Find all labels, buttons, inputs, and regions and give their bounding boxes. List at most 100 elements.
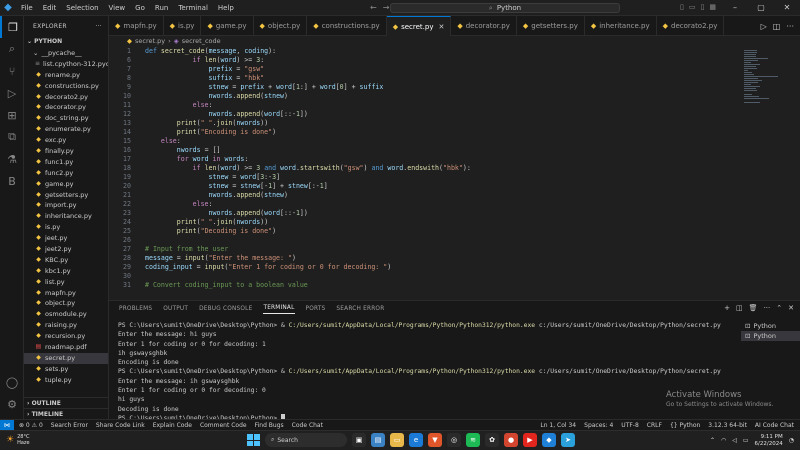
source-control-icon[interactable]: ⑂ bbox=[0, 60, 24, 82]
new-terminal-icon[interactable]: + bbox=[724, 304, 730, 312]
tab-mapfn[interactable]: ◆ mapfn.py bbox=[109, 16, 164, 36]
remote-indicator-icon[interactable]: ⋈ bbox=[0, 419, 14, 431]
file-item[interactable]: ◆ import.py bbox=[24, 200, 108, 211]
file-item[interactable]: ◆ game.py bbox=[24, 179, 108, 190]
status-item[interactable]: AI Code Chat bbox=[755, 422, 794, 429]
file-item[interactable]: ◆ decorator.py bbox=[24, 102, 108, 113]
app-with-badge-icon[interactable]: ● bbox=[504, 433, 518, 447]
status-item[interactable]: {} Python bbox=[670, 422, 700, 429]
tab-getsetters[interactable]: ◆ getsetters.py bbox=[517, 16, 585, 36]
maximize-panel-icon[interactable]: ⌃ bbox=[776, 304, 782, 312]
testing-icon[interactable]: ⚗ bbox=[0, 148, 24, 170]
more-panel-actions-icon[interactable]: ··· bbox=[764, 304, 771, 312]
start-windows-icon[interactable] bbox=[246, 433, 260, 447]
outline-section[interactable]: › OUTLINE bbox=[24, 397, 108, 408]
close-tab-icon[interactable]: ✕ bbox=[438, 23, 444, 31]
tab-game[interactable]: ◆ game.py bbox=[201, 16, 254, 36]
panel-tab-search-error[interactable]: SEARCH ERROR bbox=[336, 306, 384, 312]
edge-browser-icon[interactable]: e bbox=[409, 433, 423, 447]
file-item[interactable]: ◆ recursion.py bbox=[24, 331, 108, 342]
panel-tab-problems[interactable]: PROBLEMS bbox=[119, 306, 152, 312]
file-item[interactable]: ◆ tuple.py bbox=[24, 375, 108, 386]
panel-tab-output[interactable]: OUTPUT bbox=[163, 306, 188, 312]
status-item[interactable]: Search Error bbox=[51, 422, 88, 429]
chatgpt-icon[interactable]: ✿ bbox=[485, 433, 499, 447]
menu-run[interactable]: Run bbox=[150, 0, 173, 16]
file-item[interactable]: ▤ roadmap.pdf bbox=[24, 342, 108, 353]
terminal-instance-2[interactable]: ⊡ Python bbox=[741, 331, 800, 341]
settings-gear-icon[interactable]: ⚙ bbox=[0, 393, 24, 415]
file-item[interactable]: ◆ doc_string.py bbox=[24, 113, 108, 124]
brave-browser-icon[interactable]: ▼ bbox=[428, 433, 442, 447]
run-debug-icon[interactable]: ▷ bbox=[0, 82, 24, 104]
more-actions-icon[interactable]: ··· bbox=[95, 23, 102, 30]
file-item[interactable]: ◆ mapfn.py bbox=[24, 288, 108, 299]
panel-tab-ports[interactable]: PORTS bbox=[306, 306, 326, 312]
tab-inheritance[interactable]: ◆ inheritance.py bbox=[585, 16, 657, 36]
menu-terminal[interactable]: Terminal bbox=[173, 0, 213, 16]
breadcrumb-symbol[interactable]: secret_code bbox=[182, 37, 221, 45]
menu-selection[interactable]: Selection bbox=[61, 0, 103, 16]
taskbar-search[interactable]: ⌕ Search bbox=[265, 433, 347, 447]
file-item[interactable]: ◆ exc.py bbox=[24, 135, 108, 146]
tab-constructions[interactable]: ◆ constructions.py bbox=[307, 16, 387, 36]
menu-edit[interactable]: Edit bbox=[38, 0, 62, 16]
forward-arrow-icon[interactable]: → bbox=[383, 3, 390, 12]
status-item[interactable]: Find Bugs bbox=[255, 422, 284, 429]
file-item[interactable]: ◆ raising.py bbox=[24, 320, 108, 331]
editor-scrollbar[interactable] bbox=[790, 46, 800, 300]
file-item[interactable]: ◆ func2.py bbox=[24, 168, 108, 179]
spotify-icon[interactable]: ≋ bbox=[466, 433, 480, 447]
account-icon[interactable]: ◯ bbox=[0, 371, 24, 393]
menu-go[interactable]: Go bbox=[130, 0, 150, 16]
status-item[interactable]: 3.12.3 64-bit bbox=[708, 422, 747, 429]
tab-is[interactable]: ◆ is.py bbox=[164, 16, 202, 36]
status-item[interactable]: CRLF bbox=[647, 422, 662, 429]
tab-secret[interactable]: ◆ secret.py ✕ bbox=[386, 16, 452, 36]
status-item[interactable]: Explain Code bbox=[153, 422, 192, 429]
file-item[interactable]: ◆ constructions.py bbox=[24, 81, 108, 92]
tab-decorator[interactable]: ◆ decorator.py bbox=[451, 16, 517, 36]
folder-pycache[interactable]: ⌄ __pycache__ bbox=[24, 48, 108, 59]
minimize-icon[interactable]: – bbox=[722, 0, 748, 16]
status-item[interactable]: Spaces: 4 bbox=[584, 422, 613, 429]
status-item[interactable]: Comment Code bbox=[200, 422, 247, 429]
toggle-secondary-sidebar-icon[interactable]: ▯ bbox=[701, 3, 705, 11]
file-item[interactable]: ◆ sets.py bbox=[24, 364, 108, 375]
file-item[interactable]: ◆ decorato2.py bbox=[24, 92, 108, 103]
status-item[interactable]: Share Code Link bbox=[96, 422, 145, 429]
explorer-icon[interactable]: ❐ bbox=[0, 16, 24, 38]
minimap[interactable] bbox=[740, 46, 790, 300]
breadcrumb-file[interactable]: secret.py bbox=[135, 37, 165, 45]
code-editor[interactable]: 1 def secret_code(message, coding): 6 if l… bbox=[109, 46, 740, 300]
volume-icon[interactable]: ◁ bbox=[732, 437, 737, 444]
file-item[interactable]: ◆ func1.py bbox=[24, 157, 108, 168]
weather-widget[interactable]: ☀ 28°C Haze bbox=[6, 434, 30, 446]
toggle-panel-icon[interactable]: ▭ bbox=[689, 3, 696, 11]
back-arrow-icon[interactable]: ← bbox=[370, 3, 377, 12]
file-item[interactable]: ◆ inheritance.py bbox=[24, 211, 108, 222]
file-item[interactable]: ◆ list.py bbox=[24, 277, 108, 288]
status-item[interactable]: Ln 1, Col 34 bbox=[540, 422, 576, 429]
file-item[interactable]: ◆ secret.py bbox=[24, 352, 108, 364]
file-item[interactable]: ◆ osmodule.py bbox=[24, 309, 108, 320]
file-item[interactable]: ◆ is.py bbox=[24, 222, 108, 233]
terminal-output[interactable]: PS C:\Users\sumit\OneDrive\Desktop\Pytho… bbox=[118, 321, 738, 422]
wifi-icon[interactable]: ◠ bbox=[721, 437, 726, 444]
file-item[interactable]: ◆ rename.py bbox=[24, 70, 108, 81]
tab-object[interactable]: ◆ object.py bbox=[254, 16, 308, 36]
terminal-instance-1[interactable]: ⊡ Python bbox=[741, 321, 800, 331]
blackbox-icon[interactable]: B bbox=[0, 170, 24, 192]
extensions-icon[interactable]: ⊞ bbox=[0, 104, 24, 126]
tab-decorato2[interactable]: ◆ decorato2.py bbox=[657, 16, 725, 36]
split-terminal-icon[interactable]: ◫ bbox=[736, 304, 743, 312]
status-item[interactable]: Code Chat bbox=[292, 422, 323, 429]
panel-tab-debug-console[interactable]: DEBUG CONSOLE bbox=[199, 306, 252, 312]
status-item[interactable]: UTF-8 bbox=[621, 422, 639, 429]
remote-explorer-icon[interactable]: ⧉ bbox=[0, 126, 24, 148]
menu-file[interactable]: File bbox=[16, 0, 38, 16]
status-item[interactable]: ⊗ 0 ⚠ 0 bbox=[19, 422, 43, 429]
toggle-sidebar-icon[interactable]: ▯ bbox=[680, 3, 684, 11]
task-view-icon[interactable]: ▣ bbox=[352, 433, 366, 447]
split-editor-icon[interactable]: ◫ bbox=[773, 22, 781, 31]
